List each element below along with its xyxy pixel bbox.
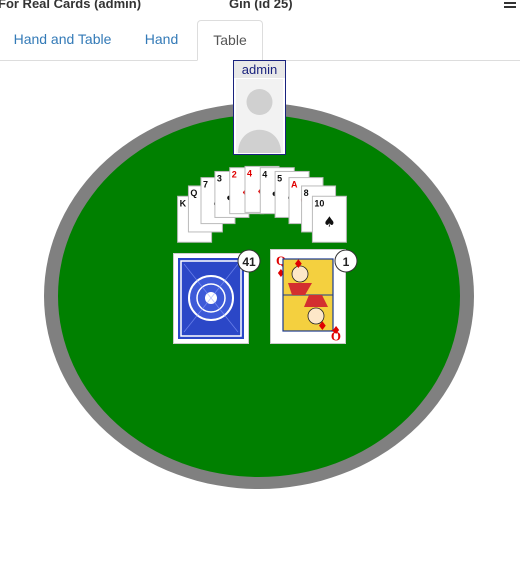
card-rank: Q xyxy=(190,188,197,198)
card-rank: K xyxy=(180,198,187,208)
tab-bar: Hand and Table Hand Table xyxy=(0,20,520,61)
svg-text:♦: ♦ xyxy=(293,257,304,271)
player-seat[interactable]: admin xyxy=(233,60,286,155)
svg-text:41: 41 xyxy=(242,255,256,269)
svg-text:♦: ♦ xyxy=(317,319,328,333)
tab-table[interactable]: Table xyxy=(197,20,263,61)
tab-hand[interactable]: Hand xyxy=(127,20,196,59)
card-rank: 4 xyxy=(262,170,267,180)
card-rank: 10 xyxy=(314,198,324,208)
card-rank: 7 xyxy=(203,180,208,190)
card-rank: 2 xyxy=(232,170,237,180)
draw-pile[interactable] xyxy=(173,253,249,344)
card-rank: 4 xyxy=(247,168,252,178)
card-rank: A xyxy=(291,180,298,190)
svg-text:Q: Q xyxy=(331,329,341,344)
player-name: admin xyxy=(242,62,277,77)
opponent-card: 10 ♠ xyxy=(311,195,347,243)
card-rank: 5 xyxy=(277,173,282,183)
card-rank: 8 xyxy=(304,188,309,198)
app-title: For Real Cards (admin) xyxy=(0,0,142,11)
card-table: K♠Q♣7♠3♣2♦4♦4♣5♠A♥8♠10♠ admin 41 Q ♦ xyxy=(44,60,474,489)
card-rank: 3 xyxy=(217,173,222,183)
discard-pile[interactable]: Q ♦ ♦ ♦ ♦ Q xyxy=(270,249,346,345)
discard-pile-count-badge: 1 xyxy=(334,249,358,273)
svg-text:1: 1 xyxy=(343,255,350,269)
tab-hand-and-table[interactable]: Hand and Table xyxy=(0,20,125,59)
spade-suit-icon: ♠ xyxy=(323,214,336,230)
hamburger-menu-icon[interactable] xyxy=(504,0,516,8)
game-title: Gin (id 25) xyxy=(229,0,293,11)
draw-pile-count-badge: 41 xyxy=(237,249,261,273)
